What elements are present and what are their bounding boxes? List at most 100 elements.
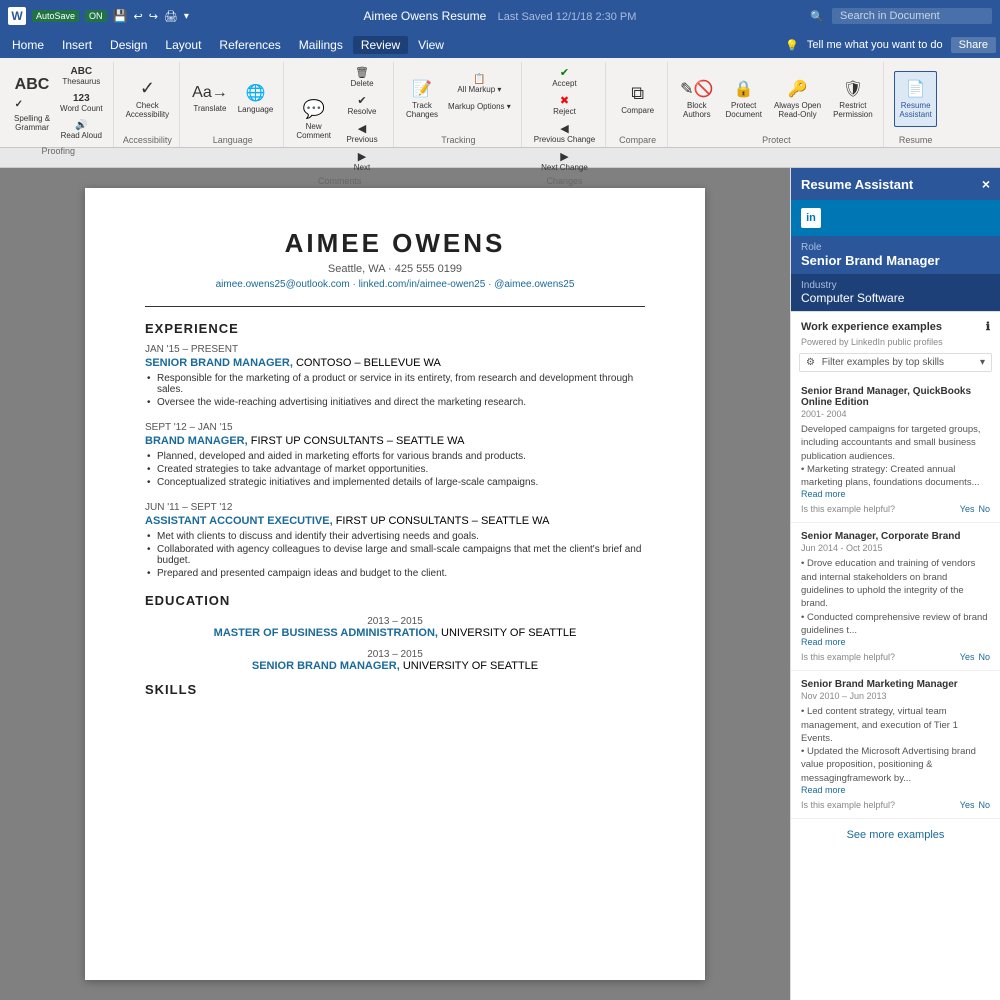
document-title: Aimee Owens Resume [364, 9, 487, 23]
new-comment-button[interactable]: 💬 NewComment [292, 91, 335, 147]
filter-bar[interactable]: ⚙ Filter examples by top skills ▾ [799, 353, 992, 372]
resume-assistant-button[interactable]: 📄 ResumeAssistant [894, 71, 936, 127]
prev-change-label: Previous Change [534, 135, 595, 144]
example-read-more-1[interactable]: Read more [801, 489, 846, 499]
yes-vote-3[interactable]: Yes [960, 800, 975, 810]
see-more-button[interactable]: See more examples [791, 819, 1000, 851]
no-vote-3[interactable]: No [978, 800, 990, 810]
spelling-label: Spelling &Grammar [14, 114, 50, 132]
check-accessibility-button[interactable]: ✓ CheckAccessibility [122, 71, 174, 127]
job-title-1: SENIOR BRAND MANAGER, CONTOSO – BELLEVUE… [145, 357, 645, 369]
accept-button[interactable]: ✔ Accept [530, 64, 599, 90]
tell-me-input[interactable]: Tell me what you want to do [807, 39, 943, 51]
undo-icon[interactable]: ↩ [133, 10, 142, 23]
protect-group-label: Protect [762, 135, 791, 145]
document-area[interactable]: AIMEE OWENS Seattle, WA · 425 555 0199 a… [0, 168, 790, 1000]
job-bullet-1-1: Responsible for the marketing of a produ… [145, 373, 645, 395]
block-authors-icon: ✎🚫 [680, 79, 713, 99]
job-bullet-2-2: Created strategies to take advantage of … [145, 464, 645, 475]
thesaurus-label: Thesaurus [62, 77, 100, 86]
thesaurus-button[interactable]: ABC Thesaurus [56, 64, 107, 90]
language-button[interactable]: 🌐 Language [234, 71, 278, 127]
redo-icon[interactable]: ↪ [149, 10, 158, 23]
no-vote-1[interactable]: No [978, 504, 990, 514]
yes-vote-1[interactable]: Yes [960, 504, 975, 514]
block-authors-label: BlockAuthors [683, 101, 711, 119]
previous-comment-button[interactable]: ◀ Previous [337, 120, 387, 146]
industry-section: Industry Computer Software [791, 274, 1000, 312]
read-aloud-button[interactable]: 🔊 Read Aloud [56, 118, 107, 144]
job-title-3: ASSISTANT ACCOUNT EXECUTIVE, FIRST UP CO… [145, 515, 645, 527]
menu-item-mailings[interactable]: Mailings [291, 36, 351, 54]
search-icon: 🔍 [810, 10, 824, 23]
menu-item-home[interactable]: Home [4, 36, 52, 54]
job-date-1: JAN '15 – PRESENT [145, 344, 645, 355]
new-comment-icon: 💬 [302, 99, 324, 120]
spelling-grammar-button[interactable]: ABC✓ Spelling &Grammar [10, 76, 54, 132]
resume-divider [145, 306, 645, 307]
example-read-more-2[interactable]: Read more [801, 637, 846, 647]
share-button[interactable]: Share [951, 37, 996, 53]
example-text-3: • Led content strategy, virtual team man… [801, 705, 990, 745]
job-date-2: SEPT '12 – JAN '15 [145, 422, 645, 433]
edu-degree-1: MASTER OF BUSINESS ADMINISTRATION, UNIVE… [145, 627, 645, 639]
reject-button[interactable]: ✖ Reject [530, 92, 599, 118]
job-bullet-1-2: Oversee the wide-reaching advertising in… [145, 397, 645, 408]
job-bullet-2-1: Planned, developed and aided in marketin… [145, 451, 645, 462]
menu-item-view[interactable]: View [410, 36, 452, 54]
autosave-toggle[interactable]: ON [85, 10, 107, 22]
menu-item-layout[interactable]: Layout [157, 36, 209, 54]
job-title-rest-2: FIRST UP CONSULTANTS – SEATTLE WA [251, 435, 465, 447]
restrict-permission-button[interactable]: 🛡 RestrictPermission [829, 71, 877, 127]
always-open-button[interactable]: 🔑 Always OpenRead-Only [770, 71, 825, 127]
markup-options-label: Markup Options ▾ [448, 102, 511, 111]
accept-icon: ✔ [560, 66, 569, 79]
example-dates-3: Nov 2010 – Jun 2013 [801, 691, 990, 701]
block-authors-button[interactable]: ✎🚫 BlockAuthors [676, 71, 717, 127]
save-icon[interactable]: 💾 [113, 9, 128, 23]
title-bar-left: W AutoSave ON 💾 ↩ ↪ 🖨 ▾ [8, 7, 189, 25]
menu-item-review[interactable]: Review [353, 36, 408, 54]
prev-change-button[interactable]: ◀ Previous Change [530, 120, 599, 146]
all-markup-button[interactable]: 📋 All Markup ▾ [444, 72, 515, 98]
ribbon-group-protect: ✎🚫 BlockAuthors 🔒 ProtectDocument 🔑 Alwa… [670, 62, 884, 147]
delete-comment-button[interactable]: 🗑 Delete [337, 64, 387, 90]
compare-button[interactable]: ⧉ Compare [617, 71, 658, 127]
markup-options-button[interactable]: Markup Options ▾ [444, 100, 515, 126]
edu-block-2: 2013 – 2015 SENIOR BRAND MANAGER, UNIVER… [145, 649, 645, 672]
experience-title: EXPERIENCE [145, 321, 645, 336]
resolve-label: Resolve [348, 107, 377, 116]
track-changes-button[interactable]: 📝 TrackChanges [402, 71, 442, 127]
no-vote-2[interactable]: No [978, 652, 990, 662]
linkedin-section: in [791, 200, 1000, 236]
edu-degree-bold-1: MASTER OF BUSINESS ADMINISTRATION, [214, 627, 438, 639]
panel-close-button[interactable]: × [982, 176, 990, 192]
search-input[interactable] [832, 8, 992, 24]
menu-item-design[interactable]: Design [102, 36, 155, 54]
protect-doc-button[interactable]: 🔒 ProtectDocument [721, 71, 765, 127]
language-group-label: Language [213, 135, 253, 145]
work-exp-label: Work experience examples [801, 321, 942, 333]
translate-button[interactable]: Aa→ Translate [188, 71, 232, 127]
all-markup-label: All Markup ▾ [457, 85, 501, 94]
read-aloud-icon: 🔊 [75, 120, 87, 131]
job-bullet-3-2: Collaborated with agency colleagues to d… [145, 544, 645, 566]
track-changes-label: TrackChanges [406, 101, 438, 119]
filter-icon: ⚙ [806, 357, 815, 368]
spelling-icon: ABC✓ [15, 76, 50, 112]
print-icon[interactable]: 🖨 [164, 10, 178, 23]
word-count-icon: 123 [73, 93, 90, 104]
document-title-area: Aimee Owens Resume Last Saved 12/1/18 2:… [364, 9, 637, 23]
menu-item-references[interactable]: References [211, 36, 288, 54]
yes-vote-2[interactable]: Yes [960, 652, 975, 662]
word-count-button[interactable]: 123 Word Count [56, 91, 107, 117]
helpful-votes-2: Yes No [960, 652, 990, 662]
work-exp-info-icon[interactable]: ℹ [986, 320, 990, 333]
example-read-more-3[interactable]: Read more [801, 785, 846, 795]
helpful-label-2: Is this example helpful? [801, 652, 895, 662]
menu-item-insert[interactable]: Insert [54, 36, 100, 54]
word-count-label: Word Count [60, 104, 103, 113]
language-label: Language [238, 105, 274, 114]
customize-icon[interactable]: ▾ [184, 11, 189, 22]
resolve-button[interactable]: ✔ Resolve [337, 92, 387, 118]
